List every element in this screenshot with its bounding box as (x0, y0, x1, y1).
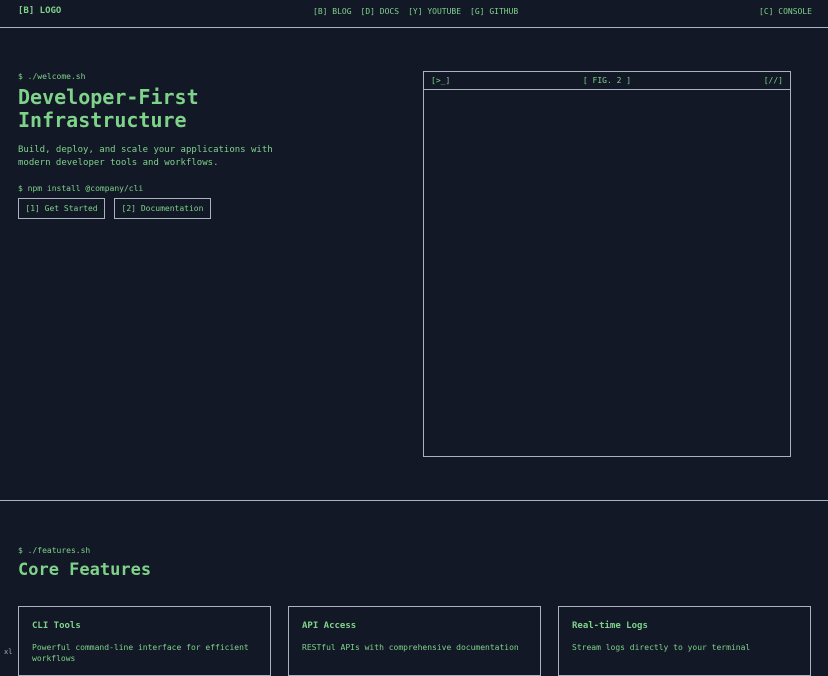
nav-link-github[interactable]: [G] GITHUB (470, 7, 518, 16)
section-divider (0, 500, 828, 501)
get-started-button[interactable]: [1] Get Started (18, 198, 105, 219)
nav-link-console[interactable]: [C] CONSOLE (759, 7, 812, 16)
feature-card-desc: Powerful command-line interface for effi… (32, 643, 249, 663)
breakpoint-label: xl (4, 648, 13, 656)
features-title: Core Features (18, 560, 152, 580)
terminal-figure: [>_] [ FIG. 2 ] [//] (423, 71, 791, 457)
features-prompt: $ ./features.sh (18, 546, 91, 555)
hero-title: Developer-First Infrastructure (18, 85, 199, 132)
feature-card-cli: CLI Tools Powerful command-line interfac… (18, 606, 271, 676)
hero-prompt: $ ./welcome.sh (18, 72, 86, 81)
install-command: $ npm install @company/cli (18, 184, 144, 193)
feature-card-api: API Access RESTful APIs with comprehensi… (288, 606, 541, 676)
feature-card-title: Real-time Logs (572, 621, 648, 631)
feature-card-title: CLI Tools (32, 621, 81, 631)
figure-title-bar: [>_] [ FIG. 2 ] [//] (424, 72, 790, 90)
feature-card-desc: Stream logs directly to your terminal (572, 643, 751, 652)
nav-links: [B] BLOG [D] DOCS [Y] YOUTUBE [G] GITHUB (313, 7, 518, 16)
figure-caption: [ FIG. 2 ] (582, 76, 632, 85)
feature-card-title: API Access (302, 621, 357, 631)
documentation-button[interactable]: [2] Documentation (114, 198, 211, 219)
nav-link-docs[interactable]: [D] DOCS (361, 7, 400, 16)
nav-link-youtube[interactable]: [Y] YOUTUBE (408, 7, 461, 16)
top-nav: [B] LOGO [B] BLOG [D] DOCS [Y] YOUTUBE [… (0, 0, 828, 28)
figure-corner-label: [//] (763, 76, 783, 85)
nav-link-blog[interactable]: [B] BLOG (313, 7, 352, 16)
logo[interactable]: [B] LOGO (18, 6, 61, 16)
hero-subtitle: Build, deploy, and scale your applicatio… (18, 145, 273, 168)
feature-card-desc: RESTful APIs with comprehensive document… (302, 643, 519, 652)
feature-card-logs: Real-time Logs Stream logs directly to y… (558, 606, 811, 676)
